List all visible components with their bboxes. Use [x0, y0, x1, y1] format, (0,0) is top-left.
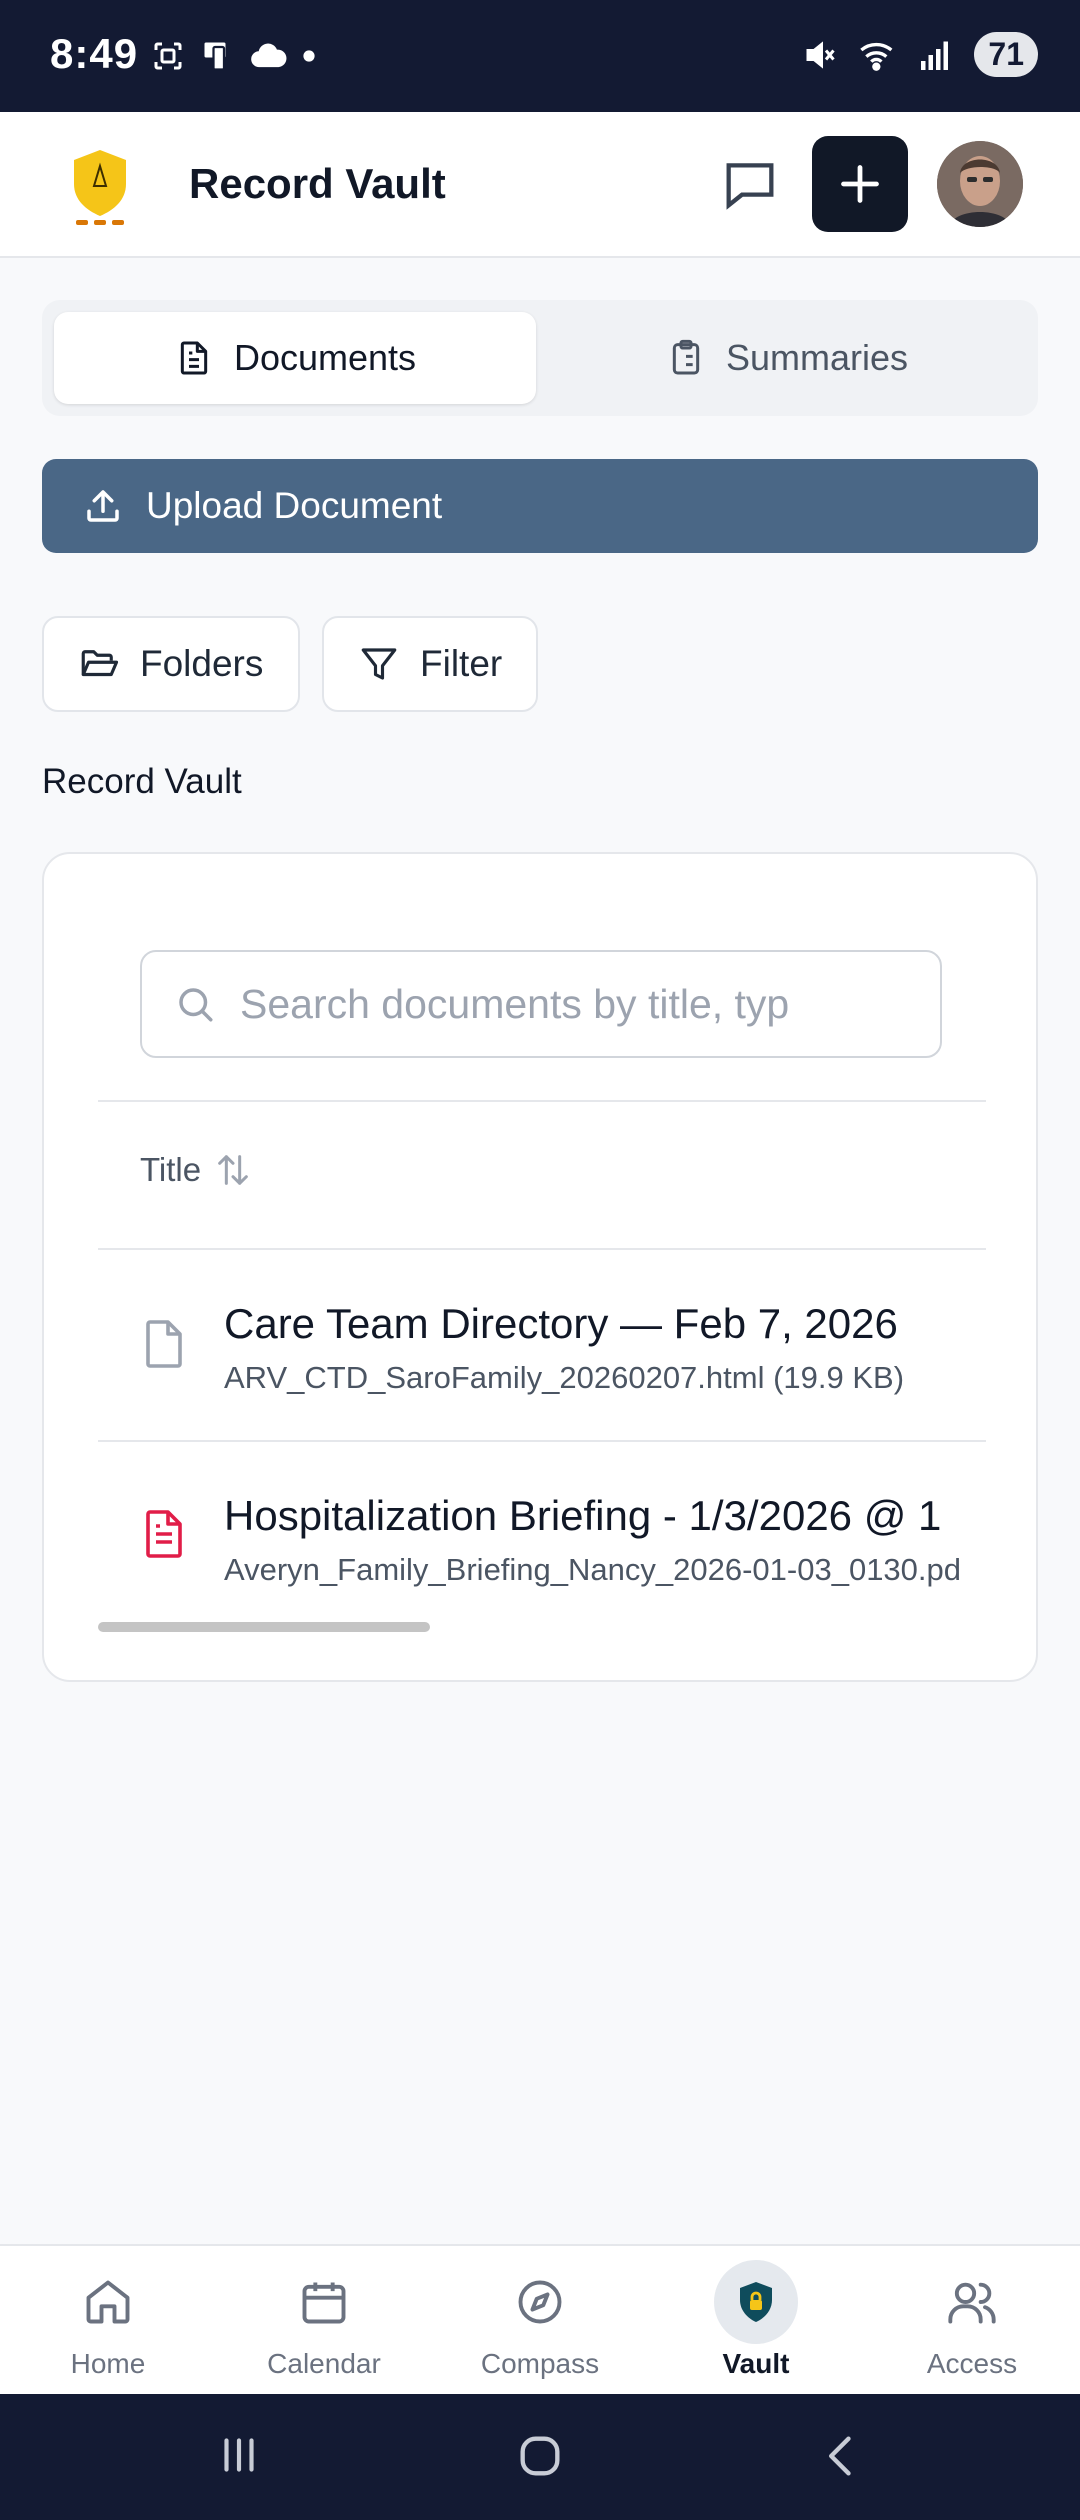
shield-lock-icon: [740, 2282, 772, 2322]
file-icon: [146, 1320, 182, 1368]
app-logo: [74, 150, 126, 225]
filter-label: Filter: [420, 643, 503, 684]
messages-button[interactable]: [718, 152, 782, 216]
add-button[interactable]: [812, 136, 908, 232]
recents-icon[interactable]: [214, 2430, 264, 2480]
row-title: Hospitalization Briefing - 1/3/2026 @ 1: [224, 1492, 942, 1539]
nav-calendar[interactable]: Calendar: [234, 2246, 414, 2396]
home-nav-icon[interactable]: [514, 2430, 566, 2482]
status-right-icons: 71: [802, 32, 1038, 77]
signal-icon: [921, 41, 949, 70]
document-icon: [180, 341, 208, 375]
nav-access[interactable]: Access: [882, 2246, 1062, 2396]
app-header: Record Vault: [0, 112, 1080, 258]
table-row[interactable]: Hospitalization Briefing - 1/3/2026 @ 1 …: [98, 1442, 986, 1632]
compass-icon: [518, 2280, 562, 2324]
avatar-photo: [937, 141, 1023, 227]
sort-icon: [218, 1155, 248, 1185]
wifi-icon: [860, 42, 893, 71]
folders-button[interactable]: Folders: [42, 616, 300, 712]
tab-documents[interactable]: Documents: [54, 312, 536, 404]
calendar-icon: [302, 2282, 346, 2324]
nav-compass-label: Compass: [480, 2348, 600, 2379]
search-box[interactable]: [140, 950, 942, 1058]
chat-icon: [726, 163, 774, 210]
user-avatar[interactable]: [937, 141, 1023, 227]
clipboard-icon: [672, 339, 700, 375]
row-subtitle: ARV_CTD_SaroFamily_20260207.html (19.9 K…: [224, 1360, 905, 1395]
upload-icon: [87, 490, 119, 522]
cloud-icon: [251, 43, 287, 68]
file-text-icon: [146, 1510, 182, 1558]
documents-card: Title Care Team Directory — Feb 7, 2026 …: [42, 852, 1038, 1682]
battery-indicator: 71: [974, 32, 1038, 77]
row-title: Care Team Directory — Feb 7, 2026: [224, 1300, 898, 1347]
status-left-icons: [150, 38, 316, 74]
status-time: 8:49: [50, 30, 139, 77]
status-bar: 8:49 71: [0, 0, 1080, 112]
upload-label: Upload Document: [146, 485, 443, 526]
plus-icon: [841, 165, 879, 203]
nav-vault[interactable]: Vault: [666, 2246, 846, 2396]
nav-home[interactable]: Home: [18, 2246, 198, 2396]
tab-documents-label: Documents: [233, 337, 417, 378]
title-header-label: Title: [140, 1151, 202, 1188]
nav-access-label: Access: [926, 2348, 1018, 2379]
row-subtitle: Averyn_Family_Briefing_Nancy_2026-01-03_…: [224, 1552, 962, 1587]
mute-icon: [806, 40, 836, 69]
app-title: Record Vault: [189, 160, 446, 207]
nav-calendar-label: Calendar: [267, 2348, 381, 2379]
folder-open-icon: [81, 650, 119, 677]
nav-home-label: Home: [70, 2348, 146, 2379]
dot-icon: [303, 50, 315, 62]
users-icon: [948, 2282, 996, 2324]
nav-vault-label: Vault: [722, 2348, 790, 2379]
upload-document-button[interactable]: Upload Document: [42, 459, 1038, 553]
screenshot-icon: [154, 42, 182, 70]
nav-compass[interactable]: Compass: [450, 2246, 630, 2396]
system-navigation-bar: [0, 2394, 1080, 2520]
horizontal-scrollbar[interactable]: [98, 1622, 430, 1632]
title-column-header[interactable]: Title: [140, 1150, 253, 1190]
section-label: Record Vault: [42, 762, 242, 801]
tab-summaries[interactable]: Summaries: [548, 312, 1026, 404]
folders-label: Folders: [140, 643, 264, 684]
view-tabs: Documents Summaries: [42, 300, 1038, 416]
search-icon: [179, 988, 213, 1022]
device-icon: [204, 42, 226, 71]
search-input[interactable]: [238, 979, 842, 1029]
table-row[interactable]: Care Team Directory — Feb 7, 2026 ARV_CT…: [98, 1250, 986, 1440]
filter-button[interactable]: Filter: [322, 616, 538, 712]
bottom-navigation: Home Calendar Compass Vault Access: [0, 2244, 1080, 2396]
back-icon[interactable]: [816, 2430, 868, 2482]
divider: [98, 1100, 986, 1102]
tab-summaries-label: Summaries: [725, 337, 909, 378]
filter-icon: [361, 648, 397, 680]
home-icon: [86, 2280, 130, 2324]
